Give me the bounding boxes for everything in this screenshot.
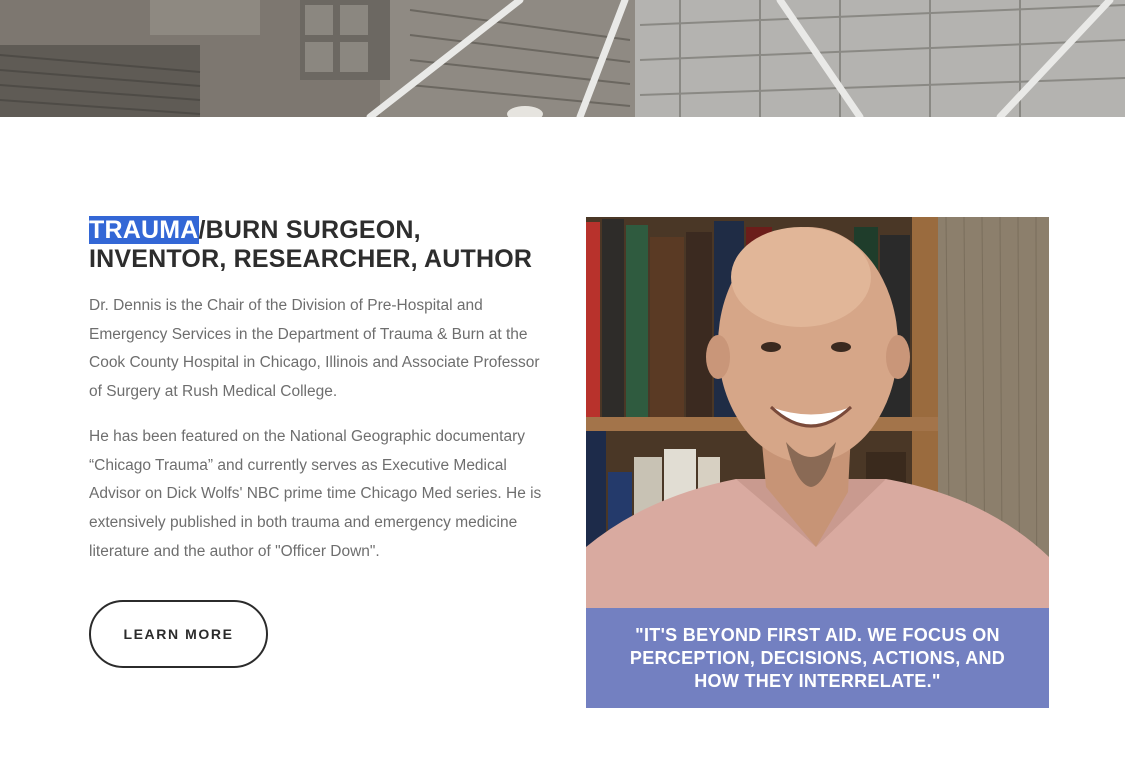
headline-selected-text: TRAUMA: [89, 216, 199, 244]
quote-banner: "IT'S BEYOND FIRST AID. WE FOCUS ON PERC…: [586, 608, 1049, 708]
bio-paragraph-1: Dr. Dennis is the Chair of the Division …: [89, 297, 540, 401]
bio-text-column: TRAUMA/BURN SURGEON, INVENTOR, RESEARCHE…: [89, 216, 559, 566]
bio-paragraph-2: He has been featured on the National Geo…: [89, 427, 542, 560]
hero-banner-image: [0, 0, 1125, 117]
learn-more-button[interactable]: LEARN MORE: [89, 600, 268, 668]
quote-text: "IT'S BEYOND FIRST AID. WE FOCUS ON PERC…: [629, 624, 1006, 691]
portrait-photo: "IT'S BEYOND FIRST AID. WE FOCUS ON PERC…: [586, 217, 1049, 708]
page-title: TRAUMA/BURN SURGEON, INVENTOR, RESEARCHE…: [89, 216, 559, 274]
